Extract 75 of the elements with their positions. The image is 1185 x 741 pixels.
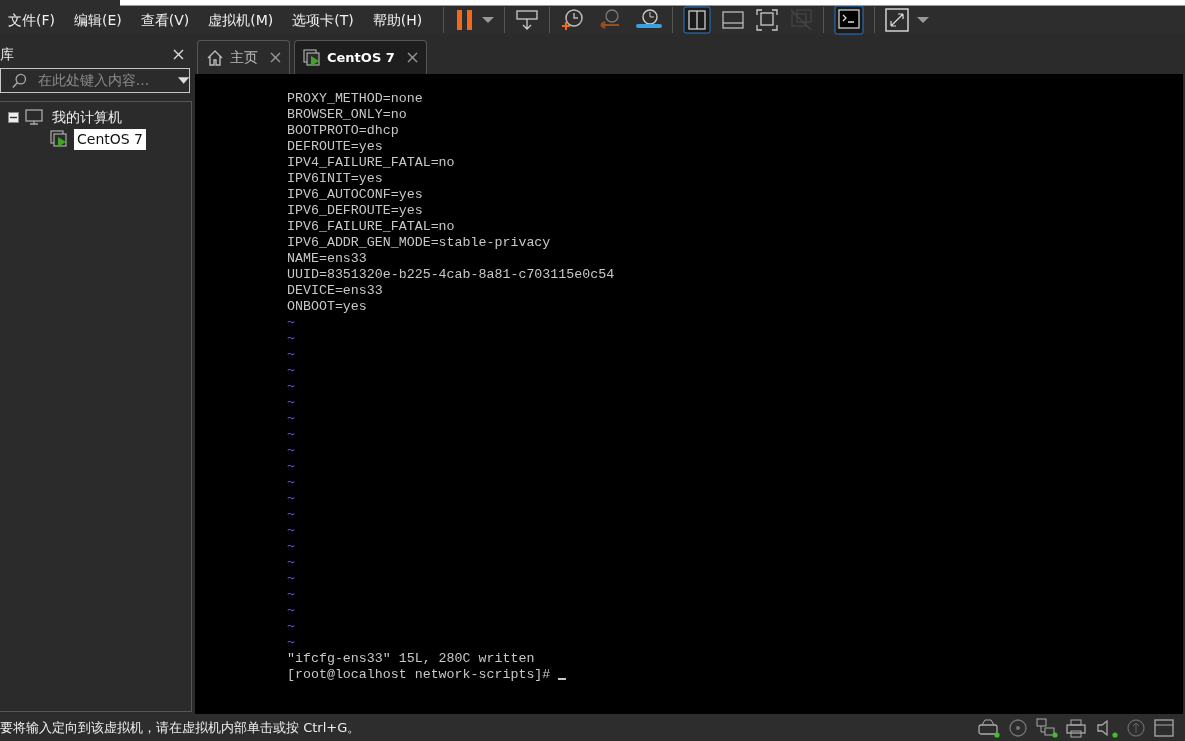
stacked-view-icon[interactable] (721, 8, 746, 32)
collapse-icon[interactable] (8, 111, 19, 123)
tab[interactable]: CentOS 7 (294, 40, 427, 74)
monitor-arrow-icon[interactable] (515, 8, 540, 32)
menu-item[interactable]: 文件(F) (0, 9, 63, 31)
vm-icon (303, 48, 321, 67)
hard-drive-icon[interactable] (977, 716, 1001, 739)
config-line: IPV6INIT=yes (287, 171, 383, 186)
disc-icon[interactable] (1007, 716, 1029, 739)
caret-icon[interactable] (917, 16, 930, 24)
caret-icon[interactable] (482, 16, 495, 24)
status-message: 要将输入定向到该虚拟机，请在虚拟机内部单击或按 Ctrl+G。 (0, 718, 361, 737)
config-line: IPV6_AUTOCONF=yes (287, 187, 423, 202)
config-line: NAME=ens33 (287, 251, 367, 266)
search-icon (11, 71, 28, 90)
monitor-icon (25, 108, 43, 126)
network-icon[interactable] (1035, 716, 1059, 739)
tilde-marker: ~ (287, 555, 295, 570)
tilde-marker: ~ (287, 491, 295, 506)
close-icon[interactable] (270, 52, 281, 63)
close-icon[interactable] (406, 52, 418, 63)
config-line: DEVICE=ens33 (287, 283, 383, 298)
tilde-marker: ~ (287, 347, 295, 362)
tilde-marker: ~ (287, 539, 295, 554)
library-title: 库 (0, 44, 14, 64)
menu-item[interactable]: 帮助(H) (364, 9, 431, 31)
tilde-marker: ~ (287, 331, 295, 346)
console-icon[interactable] (834, 5, 865, 35)
split-view-icon[interactable] (683, 6, 712, 34)
search-box[interactable]: 在此处键入内容... (0, 68, 190, 93)
tilde-marker: ~ (287, 459, 295, 474)
tilde-marker: ~ (287, 571, 295, 586)
tilde-marker: ~ (287, 635, 295, 650)
config-line: UUID=8351320e-b225-4cab-8a81-c703115e0c54 (287, 267, 615, 282)
dropdown-caret-icon[interactable] (177, 76, 189, 85)
tilde-marker: ~ (287, 507, 295, 522)
menu-item[interactable]: 虚拟机(M) (200, 9, 282, 31)
tilde-marker: ~ (287, 619, 295, 634)
config-line: PROXY_METHOD=none (287, 91, 423, 106)
config-line: IPV4_FAILURE_FATAL=no (287, 155, 455, 170)
config-line: BOOTPROTO=dhcp (287, 123, 399, 138)
tilde-marker: ~ (287, 587, 295, 602)
menu-item[interactable]: 编辑(E) (66, 9, 130, 31)
status-line: "ifcfg-ens33" 15L, 280C written (287, 651, 535, 666)
config-line: IPV6_DEFROUTE=yes (287, 203, 423, 218)
config-line: ONBOOT=yes (287, 299, 367, 314)
config-line: DEFROUTE=yes (287, 139, 383, 154)
tilde-marker: ~ (287, 523, 295, 538)
config-line: IPV6_FAILURE_FATAL=no (287, 219, 455, 234)
tilde-marker: ~ (287, 379, 295, 394)
tree-item[interactable]: CentOS 7 (74, 128, 146, 150)
config-line: IPV6_ADDR_GEN_MODE=stable-privacy (287, 235, 551, 250)
panel-icon[interactable] (1153, 716, 1177, 739)
config-line: BROWSER_ONLY=no (287, 107, 407, 122)
tilde-marker: ~ (287, 411, 295, 426)
tab[interactable]: 主页 (197, 40, 290, 74)
search-field[interactable]: 在此处键入内容... (37, 70, 168, 91)
tilde-marker: ~ (287, 315, 295, 330)
menu-item[interactable]: 选项卡(T) (284, 9, 362, 31)
fullscreen-icon[interactable] (885, 8, 910, 32)
home-icon (206, 48, 224, 67)
tilde-marker: ~ (287, 443, 295, 458)
clock-plus-icon[interactable] (560, 8, 585, 32)
printer-icon[interactable] (1065, 716, 1089, 739)
vm-icon (50, 130, 68, 148)
shell-prompt: [root@localhost network-scripts]# (287, 667, 552, 682)
menu-item[interactable]: 查看(V) (132, 9, 198, 31)
fit-screen-icon[interactable] (755, 8, 780, 32)
text-cursor (558, 678, 567, 680)
tree-item[interactable]: 我的计算机 (49, 106, 125, 128)
tilde-marker: ~ (287, 427, 295, 442)
tilde-marker: ~ (287, 395, 295, 410)
tilde-marker: ~ (287, 363, 295, 378)
tilde-marker: ~ (287, 603, 295, 618)
tilde-marker: ~ (287, 475, 295, 490)
